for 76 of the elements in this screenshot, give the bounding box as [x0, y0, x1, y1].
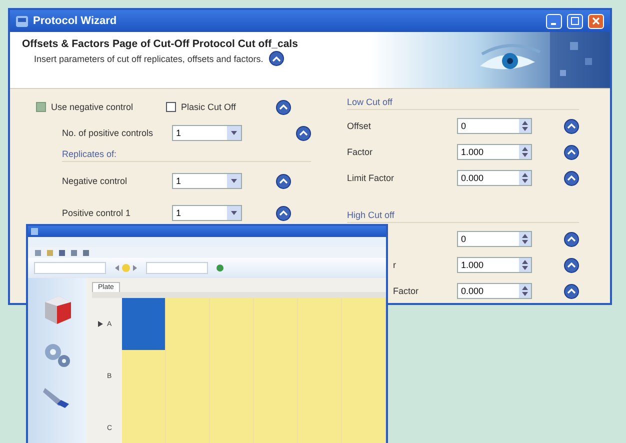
well-cell[interactable]	[122, 298, 166, 350]
well-cell[interactable]	[210, 298, 254, 350]
round-button[interactable]	[276, 206, 291, 220]
field-label: Factor	[347, 147, 373, 157]
spin-arrows-icon	[522, 173, 528, 183]
spin-field[interactable]: 0	[457, 118, 532, 134]
well-cell[interactable]	[342, 402, 386, 443]
caret-icon	[231, 211, 237, 215]
spin-arrows-icon	[522, 234, 528, 244]
round-button[interactable]	[276, 100, 291, 114]
spin-field[interactable]: 1.000	[457, 144, 532, 160]
input-field[interactable]	[34, 262, 106, 274]
round-button[interactable]	[564, 232, 579, 246]
app-icon	[31, 228, 38, 235]
chevron-up-icon	[279, 178, 288, 184]
status-dot-icon	[216, 264, 224, 272]
checkbox[interactable]: Plasic Cut Off	[166, 102, 236, 112]
chevron-up-icon	[272, 56, 282, 62]
spin-arrows-icon	[522, 260, 528, 270]
checkbox[interactable]: Use negative control	[36, 102, 156, 112]
chevron-up-icon	[299, 130, 308, 136]
round-button[interactable]	[269, 51, 284, 66]
round-button[interactable]	[276, 174, 291, 188]
group-title: High Cut off	[347, 210, 579, 223]
chevron-up-icon	[279, 210, 288, 216]
well-cell[interactable]	[254, 298, 298, 350]
well-cell[interactable]	[298, 298, 342, 350]
input-field[interactable]	[146, 262, 208, 274]
caret-icon	[231, 131, 237, 135]
spin-arrows-icon	[522, 286, 528, 296]
app-icon	[16, 16, 28, 26]
field-label: Positive control 1	[62, 208, 132, 218]
dropdown[interactable]: 1	[172, 205, 242, 221]
well-cell[interactable]	[166, 298, 210, 350]
spin-arrows-icon	[522, 147, 528, 157]
minimize-button[interactable]	[546, 14, 562, 28]
spin-field[interactable]: 0	[457, 231, 532, 247]
page-heading: Offsets & Factors Page of Cut-Off Protocol Cut off_cals	[22, 38, 299, 50]
round-button[interactable]	[564, 170, 579, 186]
round-button[interactable]	[564, 284, 579, 298]
field-label: Negative control	[62, 176, 128, 186]
dropdown[interactable]: 1	[172, 173, 242, 189]
chevron-up-icon	[278, 104, 288, 110]
chevron-up-icon	[567, 123, 576, 129]
group-title: Low Cut off	[347, 97, 579, 110]
field-label: No. of positive controls	[62, 128, 154, 138]
chevron-up-icon	[567, 236, 576, 242]
well-cell[interactable]	[122, 402, 166, 443]
spin-arrows-icon	[522, 121, 528, 131]
dropdown[interactable]: 1	[172, 125, 242, 141]
close-icon	[592, 17, 600, 25]
group-title: Replicates of:	[62, 149, 311, 162]
caret-icon	[231, 179, 237, 183]
round-button[interactable]	[564, 118, 579, 134]
chevron-up-icon	[567, 149, 576, 155]
well-cell[interactable]	[122, 350, 166, 402]
spin-field[interactable]: 0.000	[457, 283, 532, 299]
chevron-up-icon	[567, 175, 576, 181]
field-label: r	[393, 260, 396, 270]
spin-field[interactable]: 0.000	[457, 170, 532, 186]
field-label: Limit Factor	[347, 173, 394, 183]
maximize-icon	[571, 17, 579, 25]
maximize-button[interactable]	[567, 14, 583, 28]
round-button[interactable]	[296, 126, 311, 140]
round-button[interactable]	[564, 258, 579, 272]
close-button[interactable]	[588, 14, 604, 28]
spin-field[interactable]: 1.000	[457, 257, 532, 273]
chevron-up-icon	[567, 262, 576, 268]
navigation-icon[interactable]	[114, 263, 138, 273]
page-subheading: Insert parameters of cut off replicates, offsets and factors.	[34, 54, 264, 64]
well-cell[interactable]	[342, 298, 386, 350]
field-label: Factor	[393, 286, 419, 296]
window-title: Protocol Wizard	[33, 15, 117, 27]
round-button[interactable]	[564, 144, 579, 160]
chevron-up-icon	[567, 288, 576, 294]
field-label: Offset	[347, 121, 371, 131]
